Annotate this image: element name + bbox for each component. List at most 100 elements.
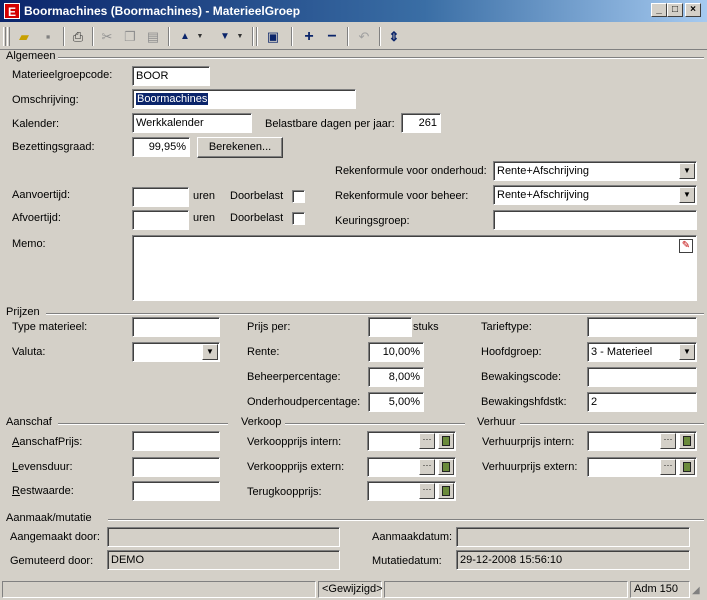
status-bar: <Gewijzigd> Adm 150 ◢ [0,578,707,600]
omschrijving-label: Omschrijving: [12,94,79,106]
aanschafprijs-label: AanschafPrijs: [12,436,83,448]
belastbare-dagen-label: Belastbare dagen per jaar: [265,118,395,130]
aangemaakt-door-input[interactable] [107,527,340,547]
aanmaakdatum-input[interactable] [456,527,690,547]
cut-icon[interactable]: ✂ [96,26,118,47]
mutatiedatum-label: Mutatiedatum: [372,555,442,567]
materieelgroepcode-input[interactable]: BOOR [132,66,210,86]
section-divider [58,423,228,425]
aanmaakdatum-label: Aanmaakdatum: [372,531,453,543]
verhuurprijs-intern-input[interactable]: ··· [587,431,697,451]
materieelgroepcode-label: Materieelgroepcode: [12,69,113,81]
beheerpercentage-input[interactable]: 8,00% [368,367,424,387]
levensduur-input[interactable] [132,457,220,477]
kalender-input[interactable]: Werkkalender [132,113,252,133]
bewakingscode-input[interactable] [587,367,697,387]
calculator-icon[interactable] [679,459,695,475]
add-icon[interactable]: + [298,26,320,47]
valuta-select[interactable]: ▼ [132,342,220,362]
ellipsis-button[interactable]: ··· [660,433,676,449]
section-aanschaf: Aanschaf [6,416,52,428]
gemuteerd-door-input[interactable]: DEMO [107,550,340,570]
calculator-icon[interactable] [438,483,454,499]
toolbar-separator [63,27,65,46]
tarieftype-input[interactable] [587,317,697,337]
bezettingsgraad-input[interactable]: 99,95% [132,137,190,157]
afvoertijd-input[interactable] [132,210,189,230]
rente-input[interactable]: 10,00% [368,342,424,362]
rekenformule-onderhoud-label: Rekenformule voor onderhoud: [335,165,487,177]
keuringsgroep-input[interactable] [493,210,697,230]
rente-label: Rente: [247,346,280,358]
ellipsis-button[interactable]: ··· [660,459,676,475]
save-icon[interactable]: ▪ [37,26,59,47]
refresh-icon[interactable]: ⇕ [383,26,405,47]
type-materieel-input[interactable] [132,317,220,337]
chevron-down-icon[interactable]: ▼ [679,163,695,179]
open-folder-icon[interactable]: ▰ [13,26,35,47]
section-verkoop: Verkoop [241,416,282,428]
print-icon[interactable]: ⎙ [67,26,89,47]
chevron-down-icon[interactable]: ▼ [194,26,206,47]
layout-icon[interactable]: ▣ [262,26,284,47]
rekenformule-beheer-label: Rekenformule voor beheer: [335,190,469,202]
section-prijzen: Prijzen [6,306,40,318]
calculator-icon[interactable] [438,459,454,475]
ellipsis-button[interactable]: ··· [419,433,435,449]
section-divider [46,313,704,315]
berekenen-button[interactable]: Berekenen... [197,137,283,158]
remove-icon[interactable]: − [321,26,343,47]
chevron-down-icon[interactable]: ▼ [679,344,695,360]
chevron-down-icon[interactable]: ▼ [234,26,246,47]
ellipsis-button[interactable]: ··· [419,483,435,499]
prijs-per-input[interactable] [368,317,412,337]
resize-grip-icon[interactable]: ◢ [692,584,705,597]
onderhoudpercentage-input[interactable]: 5,00% [368,392,424,412]
memo-textarea[interactable]: ✎ [132,235,697,301]
chevron-down-icon[interactable]: ▼ [679,187,695,203]
toolbar-separator [252,27,254,46]
aanschafprijs-input[interactable] [132,431,220,451]
chevron-down-icon[interactable]: ▼ [202,344,218,360]
verkoopprijs-extern-input[interactable]: ··· [367,457,456,477]
paste-icon[interactable]: ▤ [142,26,164,47]
arrow-down-icon[interactable]: ▼ [214,26,236,47]
afvoertijd-doorbelast-label: Doorbelast [230,212,284,224]
copy-icon[interactable]: ❐ [119,26,141,47]
maximize-button[interactable]: □ [667,3,683,17]
toolbar-grip[interactable] [3,27,6,46]
bewakingshfdstk-input[interactable]: 2 [587,392,697,412]
verhuurprijs-intern-label: Verhuurprijs intern: [482,436,575,448]
edit-memo-icon[interactable]: ✎ [679,239,693,253]
restwaarde-input[interactable] [132,481,220,501]
omschrijving-input[interactable]: Boormachines [132,89,356,109]
terugkoopprijs-input[interactable]: ··· [367,481,456,501]
title-bar[interactable]: E Boormachines (Boormachines) - Materiee… [0,0,707,22]
minimize-button[interactable]: _ [651,3,667,17]
close-button[interactable]: × [685,3,701,17]
afvoertijd-doorbelast-checkbox[interactable] [292,212,305,225]
toolbar-grip[interactable] [7,27,10,46]
hoofdgroep-select[interactable]: 3 - Materieel ▼ [587,342,697,362]
kalender-label: Kalender: [12,118,60,130]
rekenformule-beheer-select[interactable]: Rente+Afschrijving ▼ [493,185,697,205]
status-user: Adm 150 [630,581,690,598]
calculator-icon[interactable] [438,433,454,449]
belastbare-dagen-input[interactable]: 261 [401,113,441,133]
verhuurprijs-extern-input[interactable]: ··· [587,457,697,477]
undo-icon[interactable]: ↶ [353,26,375,47]
terugkoopprijs-label: Terugkoopprijs: [247,486,322,498]
ellipsis-button[interactable]: ··· [419,459,435,475]
app-icon[interactable]: E [4,3,20,19]
aanvoertijd-uren-label: uren [193,190,216,202]
aanvoertijd-input[interactable] [132,187,189,207]
toolbar-separator [347,27,349,46]
rekenformule-beheer-value: Rente+Afschrijving [497,189,590,201]
calculator-icon[interactable] [679,433,695,449]
afvoertijd-label: Afvoertijd: [12,212,61,224]
aanvoertijd-doorbelast-checkbox[interactable] [292,190,305,203]
verkoopprijs-intern-input[interactable]: ··· [367,431,456,451]
mutatiedatum-input[interactable]: 29-12-2008 15:56:10 [456,550,690,570]
arrow-up-icon[interactable]: ▲ [174,26,196,47]
rekenformule-onderhoud-select[interactable]: Rente+Afschrijving ▼ [493,161,697,181]
